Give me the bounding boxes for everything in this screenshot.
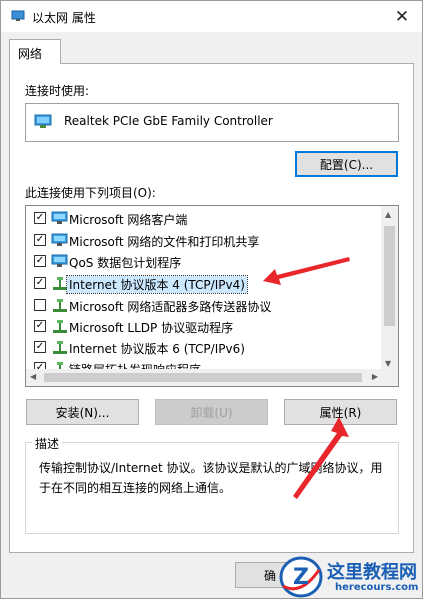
scroll-right-icon[interactable]: ▶ [372,372,378,381]
item-checkbox[interactable]: ✓ [34,255,46,267]
item-label: Microsoft LLDP 协议驱动程序 [69,321,234,335]
configure-button[interactable]: 配置(C)... [295,151,398,177]
scroll-thumb-horizontal[interactable] [44,373,362,382]
watermark-title: 这里教程网 [327,562,417,583]
item-label: Internet 协议版本 4 (TCP/IPv4) [66,275,248,294]
item-label: QoS 数据包计划程序 [69,256,182,270]
item-label: Internet 协议版本 6 (TCP/IPv6) [69,342,245,356]
item-checkbox[interactable] [34,299,46,311]
item-checkbox[interactable]: ✓ [34,234,46,246]
network-adapter-icon [34,114,52,128]
window-title: 以太网 属性 [32,11,96,25]
list-item[interactable]: ✓ Microsoft 网络的文件和打印机共享 [26,230,381,251]
install-button[interactable]: 安装(N)... [26,399,139,425]
list-item[interactable]: ✓ Microsoft LLDP 协议驱动程序 [26,316,381,337]
scroll-up-icon[interactable]: ▲ [385,210,391,219]
vertical-scrollbar[interactable]: ▲ ▼ [381,206,398,371]
list-item[interactable]: ✓ Internet 协议版本 6 (TCP/IPv6) [26,337,381,358]
items-list[interactable]: ✓ Microsoft 网络客户端 ✓ Microsoft 网络的文件和打印机共… [25,205,399,387]
scroll-thumb[interactable] [384,226,395,326]
close-button[interactable]: ✕ [382,1,422,32]
protocol-icon [53,320,67,333]
item-checkbox[interactable]: ✓ [34,320,46,332]
properties-window: 以太网 属性 ✕ 网络 连接时使用: Realtek PCIe GbE Fami… [0,0,423,599]
horizontal-scrollbar[interactable]: ◀ ▶ [26,369,398,386]
watermark-domain: herecours.com [335,582,419,593]
adapter-name: Realtek PCIe GbE Family Controller [64,114,273,128]
scroll-down-icon[interactable]: ▼ [385,359,391,368]
network-client-icon [51,254,68,267]
network-client-icon [51,211,68,224]
item-label: Microsoft 网络适配器多路传送器协议 [69,300,272,314]
red-arrow-icon [293,417,349,499]
title-bar[interactable]: 以太网 属性 ✕ [1,1,422,32]
watermark-letter: Z [293,565,309,590]
item-checkbox[interactable]: ✓ [34,341,46,353]
list-item[interactable]: Microsoft 网络适配器多路传送器协议 [26,295,381,316]
list-item[interactable]: ✓ Microsoft 网络客户端 [26,208,381,229]
ok-button-label: 确 [264,569,277,583]
protocol-icon [53,299,67,312]
watermark-logo-icon: Z [279,556,323,598]
uninstall-button[interactable]: 卸载(U) [155,399,268,425]
protocol-icon [53,341,67,354]
item-label: Microsoft 网络的文件和打印机共享 [69,235,260,249]
tab-network[interactable]: 网络 [9,39,61,64]
items-label: 此连接使用下列项目(O): [25,186,156,200]
connect-using-label: 连接时使用: [25,84,90,98]
adapter-field: Realtek PCIe GbE Family Controller [25,103,399,142]
close-icon: ✕ [394,6,410,27]
item-checkbox[interactable]: ✓ [34,212,46,224]
item-checkbox[interactable]: ✓ [34,277,46,289]
item-label: Microsoft 网络客户端 [69,213,188,227]
network-client-icon [51,233,68,246]
tab-label: 网络 [18,47,43,61]
network-icon [11,10,25,21]
watermark: Z 这里教程网 herecours.com [277,554,423,599]
scroll-left-icon[interactable]: ◀ [30,372,36,381]
red-arrow-icon [263,257,350,285]
description-title: 描述 [32,435,63,452]
